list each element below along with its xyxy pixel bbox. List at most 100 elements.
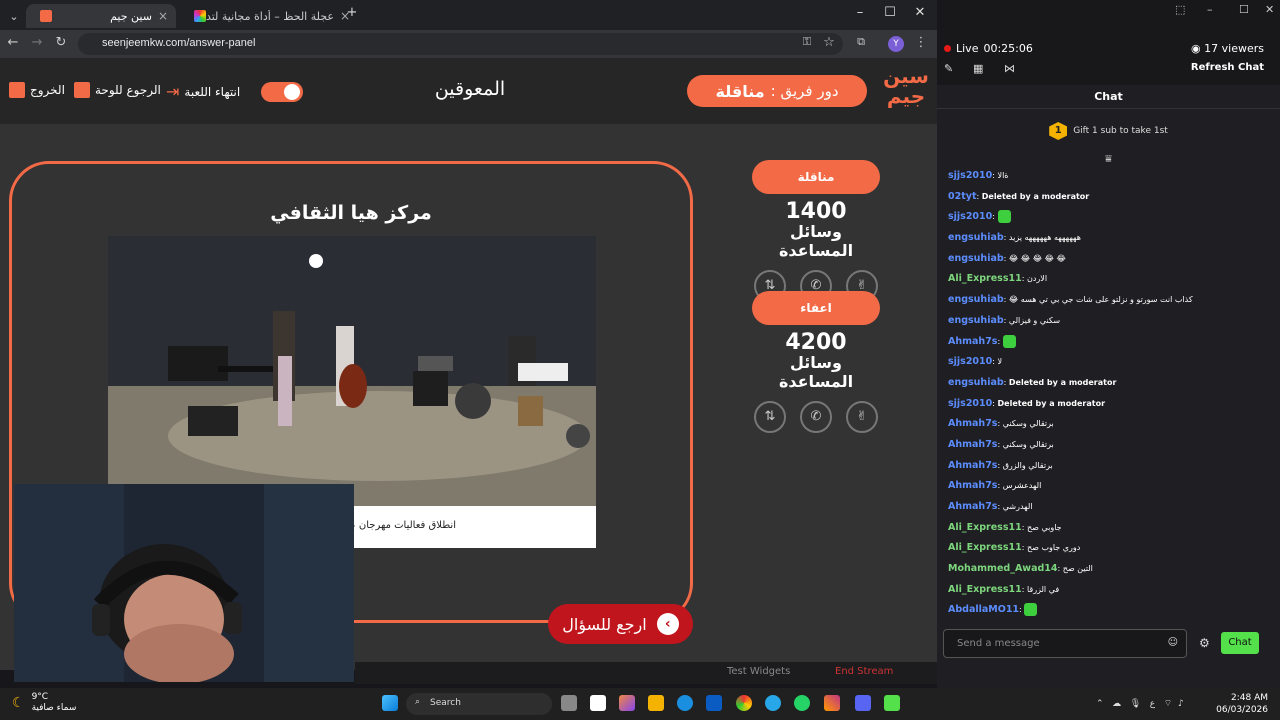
chat-username[interactable]: Ahmah7s [948, 418, 997, 429]
task-view-icon[interactable] [561, 695, 577, 711]
minimize-button[interactable]: – [850, 5, 870, 20]
chat-username[interactable]: sjjs2010 [948, 398, 992, 409]
minimize-button[interactable]: – [1207, 3, 1213, 16]
chat-text: سكني و فيزالي [1008, 315, 1061, 325]
chat-username[interactable]: Ahmah7s [948, 460, 997, 471]
two-answers-icon[interactable]: ✌ [846, 401, 878, 433]
chat-username[interactable]: Ahmah7s [948, 336, 997, 347]
chat-message: engsuhiab: سكني و فيزالي [948, 313, 1268, 334]
forward-arrow-icon[interactable]: → [28, 35, 46, 50]
new-tab-button[interactable]: + [342, 5, 362, 20]
pencil-icon[interactable]: ✎ [944, 62, 953, 75]
reload-icon[interactable]: ↻ [52, 35, 70, 50]
tab-search-button[interactable]: ⌄ [4, 4, 24, 28]
end-game-button[interactable]: ⇥ انتهاء اللعبة [166, 82, 240, 101]
profile-avatar[interactable]: Y [888, 36, 904, 52]
swap-icon[interactable]: ⇅ [754, 401, 786, 433]
lang-indicator[interactable]: ع [1150, 699, 1155, 709]
emoji-icon[interactable]: ☺ [1168, 637, 1178, 648]
chat-username[interactable]: Ahmah7s [948, 501, 997, 512]
m365-icon[interactable] [619, 695, 635, 711]
chat-username[interactable]: Ali_Express11 [948, 273, 1022, 284]
gift-sub-banner[interactable]: 1 Gift 1 sub to take 1st [937, 122, 1280, 140]
file-explorer-icon[interactable] [648, 695, 664, 711]
team-name-button[interactable]: اعفاء [752, 291, 880, 325]
refresh-chat-button[interactable]: Refresh Chat [1191, 62, 1264, 73]
taskbar-clock[interactable]: 2:48 AM 06/03/2026 [1216, 692, 1268, 716]
concert-stage-image [108, 236, 596, 506]
url-bar[interactable]: seenjeemkw.com/answer-panel [78, 33, 843, 55]
key-icon[interactable]: ⚿ [798, 35, 816, 49]
tab-seenjeem[interactable]: سين جيم × [26, 4, 176, 28]
back-to-question-button[interactable]: › ارجع للسؤال [548, 604, 693, 644]
chat-message: Ahmah7s: [948, 334, 1268, 355]
cloud-icon[interactable]: ☁ [1112, 699, 1121, 709]
store-icon[interactable] [706, 695, 722, 711]
mic-icon[interactable]: 🎙︎ [1130, 699, 1141, 709]
emote-icon [1002, 334, 1016, 348]
maximize-button[interactable]: ☐ [880, 5, 900, 20]
exit-button[interactable]: الخروج [9, 82, 65, 98]
settings-toggle[interactable] [261, 82, 303, 102]
end-game-label: انتهاء اللعبة [184, 84, 241, 99]
chat-separator: : [992, 212, 998, 222]
close-window-button[interactable]: ✕ [1265, 3, 1274, 16]
chevron-up-icon[interactable]: ⌃ [1096, 699, 1104, 709]
back-arrow-icon[interactable]: ← [4, 35, 22, 50]
menu-dots-icon[interactable]: ⋮ [912, 35, 930, 50]
edge-icon[interactable] [677, 695, 693, 711]
chat-username[interactable]: 02tyt [948, 191, 977, 202]
chat-username[interactable]: sjjs2010 [948, 170, 992, 181]
chat-username[interactable]: Ali_Express11 [948, 522, 1022, 533]
instagram-icon[interactable] [824, 695, 840, 711]
clock-time: 2:48 AM [1231, 693, 1268, 703]
close-window-button[interactable]: ✕ [910, 5, 930, 20]
chat-username[interactable]: Mohammed_Awad14 [948, 563, 1058, 574]
clip-icon[interactable]: ▦ [973, 62, 983, 75]
chrome-icon[interactable] [736, 695, 752, 711]
weather-widget[interactable]: ☾ 9°C سماء صافية [12, 692, 76, 714]
share-icon[interactable]: ⋈ [1004, 62, 1015, 75]
chat-text: الهدرشي [1002, 502, 1033, 511]
chat-text: التين صح [1062, 564, 1093, 574]
chat-username[interactable]: Ali_Express11 [948, 542, 1022, 553]
start-icon[interactable] [382, 695, 398, 711]
volume-icon[interactable]: ♪ [1178, 699, 1184, 709]
kick-icon[interactable] [884, 695, 900, 711]
eye-icon: ◉ [1191, 42, 1205, 55]
chat-username[interactable]: AbdallaMO11 [948, 604, 1019, 615]
phone-icon[interactable]: ✆ [800, 401, 832, 433]
end-stream-label[interactable]: End Stream [835, 666, 893, 677]
test-widgets-label[interactable]: Test Widgets [727, 666, 790, 677]
discord-icon[interactable] [855, 695, 871, 711]
chat-username[interactable]: engsuhiab [948, 294, 1004, 305]
chat-username[interactable]: Ahmah7s [948, 480, 997, 491]
chat-username[interactable]: engsuhiab [948, 253, 1004, 264]
wifi-icon[interactable]: ⌔ [1164, 699, 1172, 709]
chat-username[interactable]: Ahmah7s [948, 439, 997, 450]
chat-message: engsuhiab: 😂 كذاب انت سورتو و نزلتو على … [948, 292, 1268, 313]
chat-username[interactable]: engsuhiab [948, 232, 1004, 243]
chat-username[interactable]: Ali_Express11 [948, 584, 1022, 595]
tab-wheel[interactable]: عجلة الحظ – أداة مجانية لتدوير ال × [180, 4, 358, 28]
collapse-icon[interactable]: ⩸ [937, 152, 1280, 166]
chat-text: Deleted by a moderator [981, 191, 1090, 201]
team-name-button[interactable]: مناقلة [752, 160, 880, 194]
close-icon[interactable]: × [158, 9, 168, 23]
maximize-button[interactable]: ☐ [1239, 3, 1249, 16]
gear-icon[interactable]: ⚙ [1199, 636, 1210, 650]
chat-username[interactable]: engsuhiab [948, 377, 1004, 388]
chat-send-button[interactable]: Chat [1221, 632, 1259, 654]
taskbar-search[interactable]: ⌕ Search [406, 693, 552, 715]
chat-username[interactable]: sjjs2010 [948, 211, 992, 222]
star-icon[interactable]: ☆ [820, 35, 838, 50]
telegram-icon[interactable] [765, 695, 781, 711]
extensions-icon[interactable]: ⧉ [852, 35, 870, 49]
whatsapp-icon[interactable] [794, 695, 810, 711]
chat-input[interactable]: Send a message ☺ [943, 629, 1187, 658]
chat-username[interactable]: sjjs2010 [948, 356, 992, 367]
tradingview-icon[interactable] [590, 695, 606, 711]
back-to-board-button[interactable]: الرجوع للوحة [74, 82, 161, 98]
window-icon[interactable]: ⬚ [1175, 3, 1185, 16]
chat-username[interactable]: engsuhiab [948, 315, 1004, 326]
